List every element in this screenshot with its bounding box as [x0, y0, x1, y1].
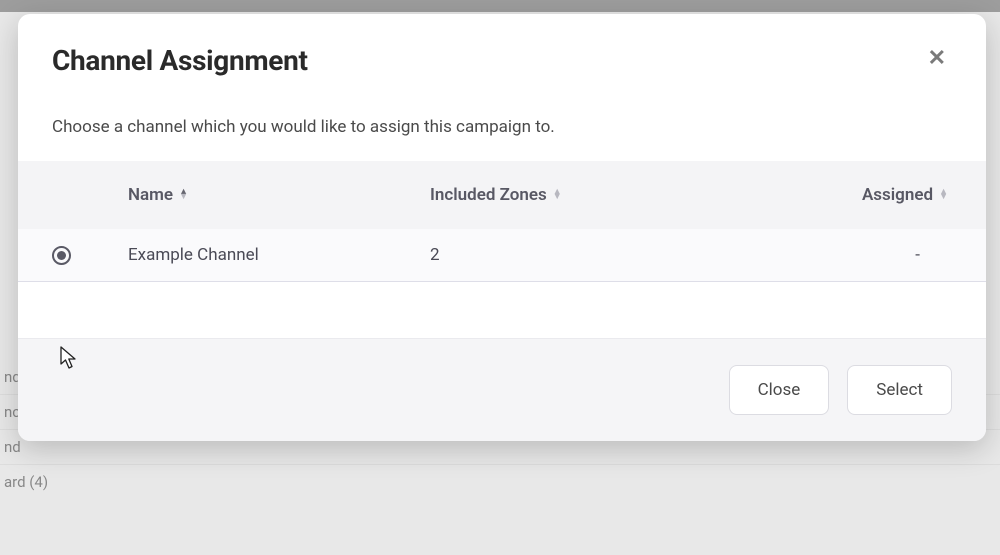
bg-fragment: ard (4) — [0, 465, 1000, 499]
modal-title: Channel Assignment — [52, 44, 308, 77]
cell-name: Example Channel — [128, 245, 430, 265]
cell-included-zones: 2 — [430, 245, 732, 265]
column-header-included-zones-label: Included Zones — [430, 185, 547, 205]
column-header-assigned[interactable]: Assigned ▲▼ — [732, 185, 952, 205]
radio-cell — [38, 246, 128, 265]
close-button[interactable]: Close — [729, 365, 830, 415]
channel-assignment-modal: Channel Assignment ✕ Choose a channel wh… — [18, 14, 986, 441]
column-header-name-label: Name — [128, 185, 173, 205]
modal-header: Channel Assignment ✕ — [18, 14, 986, 87]
sort-icon: ▲▼ — [939, 190, 948, 200]
top-shadow-bar — [0, 0, 1000, 12]
modal-subtitle: Choose a channel which you would like to… — [18, 87, 986, 161]
column-header-included-zones[interactable]: Included Zones ▲▼ — [430, 185, 732, 205]
select-button[interactable]: Select — [847, 365, 952, 415]
sort-icon: ▲▼ — [553, 190, 562, 200]
close-icon[interactable]: ✕ — [922, 44, 952, 74]
radio-select[interactable] — [52, 246, 71, 265]
column-header-assigned-label: Assigned — [862, 185, 933, 205]
column-header-name[interactable]: Name ▲▼ — [128, 185, 430, 205]
table-row[interactable]: Example Channel 2 - — [18, 229, 986, 282]
modal-body-spacer — [18, 282, 986, 338]
cell-assigned: - — [732, 245, 952, 265]
sort-icon: ▲▼ — [179, 190, 188, 200]
table-header-row: Name ▲▼ Included Zones ▲▼ Assigned ▲▼ — [18, 161, 986, 229]
modal-footer: Close Select — [18, 338, 986, 441]
